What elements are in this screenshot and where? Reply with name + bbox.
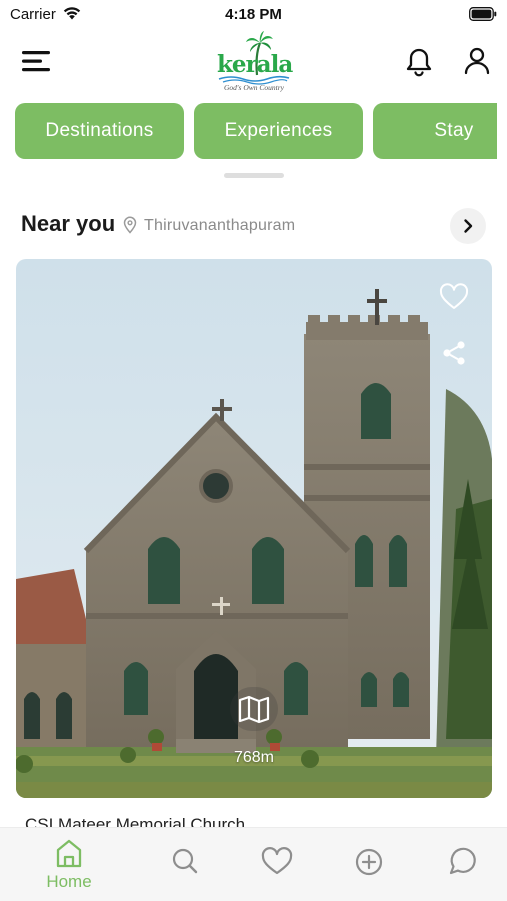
search-icon [172, 848, 198, 874]
place-card[interactable]: 768m [16, 259, 492, 798]
heart-outline-icon [439, 283, 469, 309]
clock: 4:18 PM [225, 6, 282, 23]
kerala-tourism-logo[interactable]: kerala God's Own Country [213, 31, 295, 95]
location-pin-icon [123, 216, 137, 234]
distance-label: 768m [233, 749, 275, 766]
share-icon [443, 341, 465, 365]
category-tabs: Destinations Experiences Stay [0, 103, 497, 159]
logo-tagline: God's Own Country [224, 83, 284, 92]
map-icon [238, 695, 270, 724]
chat-bubble-icon [449, 847, 476, 875]
heart-icon [261, 847, 293, 875]
app-header: kerala God's Own Country [0, 28, 507, 98]
current-location[interactable]: Thiruvananthapuram [144, 217, 295, 235]
tab-search[interactable] [162, 828, 208, 901]
tab-home-label: Home [46, 872, 92, 891]
section-title: Near you [21, 211, 116, 236]
logo-wordmark: kerala [217, 51, 293, 78]
bell-icon [406, 48, 432, 77]
battery-icon [469, 7, 497, 21]
status-bar: Carrier 4:18 PM [0, 0, 507, 28]
tab-add[interactable] [346, 828, 392, 901]
menu-button[interactable] [18, 44, 56, 78]
map-button[interactable] [230, 687, 278, 731]
favorite-button[interactable] [437, 281, 471, 313]
hamburger-menu-icon [22, 51, 50, 72]
user-icon [464, 47, 490, 75]
category-destinations[interactable]: Destinations [15, 103, 184, 159]
profile-button[interactable] [460, 43, 494, 79]
tab-favorites[interactable] [254, 828, 300, 901]
see-more-button[interactable] [450, 208, 486, 244]
tab-chat[interactable] [438, 828, 484, 901]
plus-circle-icon [355, 848, 383, 876]
category-experiences[interactable]: Experiences [194, 103, 363, 159]
tab-home[interactable]: Home [34, 828, 104, 901]
home-icon [56, 839, 82, 868]
share-button[interactable] [438, 337, 470, 369]
bottom-tab-bar: Home [0, 827, 507, 901]
chevron-right-icon [464, 219, 473, 233]
notifications-button[interactable] [402, 43, 436, 79]
sheet-drag-handle[interactable] [224, 173, 284, 178]
category-stay[interactable]: Stay [373, 103, 497, 159]
